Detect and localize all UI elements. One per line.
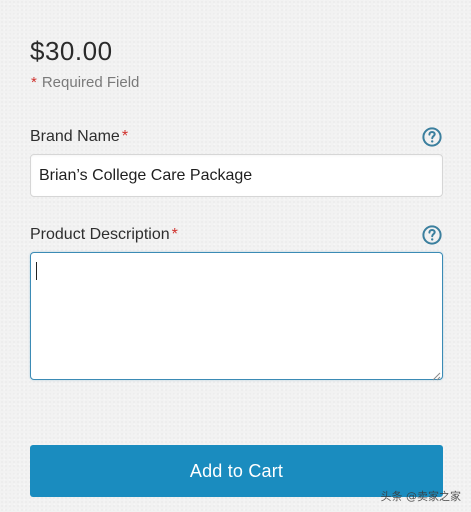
product-price: $30.00 xyxy=(30,36,113,66)
product-description-required-mark: * xyxy=(171,226,178,243)
required-field-note: * Required Field xyxy=(31,74,139,92)
product-description-label: Product Description * xyxy=(30,225,178,245)
product-description-help-icon[interactable] xyxy=(422,225,442,245)
product-description-label-text: Product Description xyxy=(30,226,170,243)
brand-name-help-icon[interactable] xyxy=(422,127,442,147)
brand-name-required-mark: * xyxy=(121,128,129,145)
resize-handle-icon[interactable] xyxy=(431,368,441,381)
brand-name-label: Brand Name * xyxy=(30,127,128,147)
brand-name-label-text: Brand Name xyxy=(30,128,120,145)
text-caret xyxy=(36,262,37,280)
watermark: 头条 @卖家之家 xyxy=(380,490,462,503)
required-asterisk: * xyxy=(31,74,37,91)
brand-name-input[interactable] xyxy=(30,154,443,197)
product-description-field xyxy=(30,252,443,381)
product-description-textarea[interactable] xyxy=(30,252,443,380)
required-note-text: Required Field xyxy=(41,74,140,91)
